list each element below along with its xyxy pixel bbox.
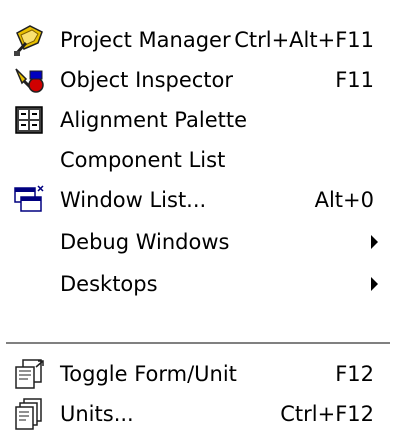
menu-item-object-inspector[interactable]: Object Inspector F11: [0, 60, 394, 100]
menu-separator: [6, 342, 390, 346]
submenu-arrow-icon: [371, 277, 378, 291]
menu-item-label: Debug Windows: [60, 230, 230, 254]
project-manager-icon: [12, 23, 46, 57]
units-icon: [12, 397, 46, 431]
object-inspector-icon: [12, 63, 46, 97]
menu-item-label: Component List: [60, 148, 226, 172]
submenu-arrow-icon: [371, 235, 378, 249]
menu-item-shortcut: F11: [335, 68, 374, 92]
menu-item-shortcut: F12: [335, 362, 374, 386]
menu-item-toggle-form-unit[interactable]: Toggle Form/Unit F12: [0, 354, 394, 394]
menu-item-shortcut: Ctrl+Alt+F11: [234, 28, 374, 52]
menu-item-units[interactable]: Units... Ctrl+F12: [0, 394, 394, 434]
menu-item-alignment-palette[interactable]: Alignment Palette: [0, 100, 394, 140]
menu-item-label: Units...: [60, 402, 134, 426]
toggle-form-unit-icon: [12, 357, 46, 391]
menu-item-shortcut: Alt+0: [314, 188, 374, 212]
menu-item-desktops[interactable]: Desktops: [0, 264, 394, 304]
menu-item-shortcut: Ctrl+F12: [280, 402, 374, 426]
menu-item-label: Alignment Palette: [60, 108, 248, 132]
menu-item-label: Object Inspector: [60, 68, 234, 92]
menu-item-component-list[interactable]: Component List: [0, 140, 394, 180]
menu-item-label: Window List...: [60, 188, 207, 212]
menu-item-label: Project Manager: [60, 28, 231, 52]
alignment-palette-icon: [12, 103, 46, 137]
menu-item-label: Desktops: [60, 272, 158, 296]
menu-item-window-list[interactable]: Window List... Alt+0: [0, 180, 394, 220]
window-list-icon: [12, 183, 46, 217]
menu-item-project-manager[interactable]: Project Manager Ctrl+Alt+F11: [0, 20, 394, 60]
view-menu: Project Manager Ctrl+Alt+F11 Object Insp…: [0, 0, 394, 430]
menu-item-label: Toggle Form/Unit: [60, 362, 237, 386]
menu-item-debug-windows[interactable]: Debug Windows: [0, 222, 394, 262]
